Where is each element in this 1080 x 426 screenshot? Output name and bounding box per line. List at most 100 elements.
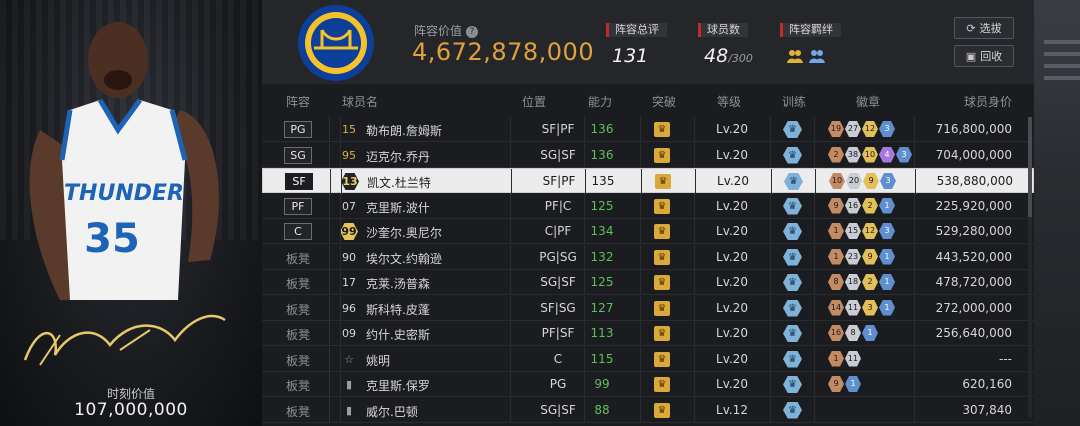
player-name[interactable]: 克里斯.波什 — [366, 199, 430, 216]
column-divider — [814, 346, 815, 372]
player-ability: 88 — [594, 402, 610, 417]
bench-label: 板凳 — [286, 277, 311, 291]
jersey-number: 15 — [342, 123, 356, 136]
column-divider — [694, 397, 695, 423]
col-breakthrough[interactable]: 突破 — [652, 93, 676, 110]
player-name[interactable]: 凯文.杜兰特 — [367, 174, 431, 191]
breakthrough-crown-icon[interactable]: ♛ — [654, 402, 670, 418]
col-position[interactable]: 位置 — [522, 93, 546, 110]
player-name[interactable]: 迈克尔.乔丹 — [366, 148, 430, 165]
column-divider — [329, 193, 330, 219]
table-row[interactable]: SF 13 凯文.杜兰特 SF|PF 135 ♛ Lv.20 ♛ 10 20 9 3 538,880,0… — [262, 168, 1034, 194]
badge-list[interactable]: 19 27 12 3 — [828, 121, 895, 137]
breakthrough-crown-icon[interactable]: ♛ — [654, 377, 670, 392]
badge-list[interactable]: 1 11 — [828, 350, 861, 367]
select-button[interactable]: ⟳ 选拔 — [954, 17, 1014, 39]
training-icon[interactable]: ♛ — [783, 197, 802, 215]
badge-list[interactable]: 1 23 9 1 — [828, 248, 895, 265]
badge-list[interactable]: 91 — [828, 376, 861, 392]
breakthrough-crown-icon[interactable]: ♛ — [654, 198, 670, 214]
training-icon[interactable]: ♛ — [783, 223, 802, 240]
col-training[interactable]: 训练 — [782, 93, 806, 110]
breakthrough-crown-icon[interactable]: ♛ — [654, 326, 670, 341]
training-icon[interactable]: ♛ — [783, 325, 802, 342]
table-row[interactable]: 板凳 09 约什.史密斯 PF|SF 113 ♛ Lv.20 ♛ 16 8 1 256,640,000 — [262, 321, 1034, 346]
col-level[interactable]: 等级 — [717, 93, 741, 110]
training-icon[interactable]: ♛ — [784, 173, 803, 190]
player-name[interactable]: 克里斯.保罗 — [366, 377, 430, 394]
player-name[interactable]: 沙奎尔.奥尼尔 — [366, 224, 442, 241]
table-row[interactable]: PF 07 克里斯.波什 PF|C 125 ♛ Lv.20 ♛ 9 16 2 1 225,920,000 — [262, 193, 1034, 219]
training-icon[interactable]: ♛ — [783, 121, 802, 138]
bond-icons[interactable] — [780, 47, 841, 65]
player-value: 307,840 — [962, 402, 1012, 417]
column-divider — [341, 169, 342, 194]
team-logo — [298, 5, 374, 81]
badge-list[interactable]: 1 15 12 3 — [828, 223, 895, 239]
table-row[interactable]: 板凳 17 克莱.汤普森 SG|SF 125 ♛ Lv.20 ♛ 8 18 2 1 478,720,00… — [262, 270, 1034, 295]
breakthrough-crown-icon[interactable]: ♛ — [654, 351, 670, 367]
badge-blue: 3 — [879, 121, 895, 137]
breakthrough-crown-icon[interactable]: ♛ — [655, 174, 671, 189]
column-divider — [329, 372, 330, 397]
breakthrough-crown-icon[interactable]: ♛ — [654, 224, 670, 239]
training-icon[interactable]: ♛ — [783, 299, 802, 317]
column-divider — [329, 219, 330, 244]
col-badges[interactable]: 徽章 — [856, 93, 880, 110]
background-flag-deco — [1034, 0, 1080, 426]
breakthrough-crown-icon[interactable]: ♛ — [654, 122, 670, 137]
recycle-button[interactable]: ▣ 回收 — [954, 45, 1014, 67]
col-ability[interactable]: 能力 — [588, 93, 612, 110]
bond-gold-icon[interactable] — [786, 47, 804, 65]
column-divider — [640, 397, 641, 423]
player-ability: 99 — [594, 377, 610, 391]
training-icon[interactable]: ♛ — [783, 401, 802, 419]
badge-list[interactable]: 14 11 3 1 — [828, 299, 895, 316]
table-row[interactable]: 板凳 ☆ 姚明 C 115 ♛ Lv.20 ♛ 1 11 --- — [262, 346, 1034, 372]
breakthrough-crown-icon[interactable]: ♛ — [654, 249, 670, 265]
player-name[interactable]: 约什.史密斯 — [366, 326, 430, 343]
col-player-name[interactable]: 球员名 — [342, 93, 378, 110]
player-name[interactable]: 斯科特.皮蓬 — [366, 301, 430, 318]
table-row[interactable]: C 99 沙奎尔.奥尼尔 C|PF 134 ♛ Lv.20 ♛ 1 15 12 3 529,280,00… — [262, 219, 1034, 244]
training-icon[interactable]: ♛ — [783, 248, 802, 266]
breakthrough-crown-icon[interactable]: ♛ — [654, 275, 670, 290]
breakthrough-crown-icon[interactable]: ♛ — [654, 147, 670, 163]
badge-list[interactable]: 9 16 2 1 — [828, 197, 895, 214]
training-icon[interactable]: ♛ — [783, 274, 802, 291]
breakthrough-crown-icon[interactable]: ♛ — [654, 300, 670, 316]
table-row[interactable]: 板凳 ▮ 克里斯.保罗 PG 99 ♛ Lv.20 ♛ 9 1 620,160 — [262, 372, 1034, 397]
bond-blue-icon[interactable] — [808, 47, 826, 65]
table-row[interactable]: SG 95 迈克尔.乔丹 SG|SF 136 ♛ Lv.20 ♛ 2 38 10 4 3 704,000,… — [262, 142, 1034, 168]
player-name[interactable]: 威尔.巴顿 — [366, 403, 418, 420]
badge-blue: 1 — [879, 197, 895, 214]
help-icon[interactable]: ? — [466, 26, 479, 38]
player-name[interactable]: 姚明 — [366, 352, 390, 369]
training-icon[interactable]: ♛ — [783, 376, 802, 393]
player-name[interactable]: 勒布朗.詹姆斯 — [366, 122, 442, 139]
badge-list[interactable]: 8 18 2 1 — [828, 274, 895, 290]
table-row[interactable]: 板凳 ▮ 威尔.巴顿 SG|SF 88 ♛ Lv.12 ♛ 307,840 — [262, 397, 1034, 423]
column-divider — [329, 346, 330, 372]
player-name[interactable]: 克莱.汤普森 — [366, 275, 430, 292]
player-level: Lv.20 — [716, 198, 748, 213]
badge-list[interactable]: 16 8 1 — [828, 325, 878, 341]
player-ability: 125 — [590, 275, 614, 289]
lineup-value: 4,672,878,000 — [412, 38, 595, 66]
badge-list[interactable]: 2 38 10 4 3 — [828, 146, 912, 163]
badge-list[interactable]: 10 20 9 3 — [829, 173, 896, 189]
training-icon[interactable]: ♛ — [783, 350, 802, 368]
bench-label: 板凳 — [286, 404, 311, 419]
column-divider — [694, 193, 695, 219]
column-divider — [694, 295, 695, 321]
col-lineup[interactable]: 阵容 — [286, 93, 310, 110]
col-player-value[interactable]: 球员身价 — [964, 93, 1012, 110]
table-row[interactable]: PG 15 勒布朗.詹姆斯 SF|PF 136 ♛ Lv.20 ♛ 19 27 12 3 716,800… — [262, 117, 1034, 142]
table-row[interactable]: 板凳 96 斯科特.皮蓬 SF|SG 127 ♛ Lv.20 ♛ 14 11 3 1 272,000,0… — [262, 295, 1034, 321]
player-card[interactable]: THUNDER 35 时刻价值 107,000,000 — [0, 0, 262, 426]
training-icon[interactable]: ♛ — [783, 146, 802, 164]
table-row[interactable]: 板凳 90 埃尔文.约翰逊 PG|SG 132 ♛ Lv.20 ♛ 1 23 9 1 443,520,0… — [262, 244, 1034, 270]
player-name[interactable]: 埃尔文.约翰逊 — [366, 250, 442, 267]
scrollbar-thumb[interactable] — [1028, 117, 1032, 217]
badge-bronze: 9 — [828, 197, 844, 214]
